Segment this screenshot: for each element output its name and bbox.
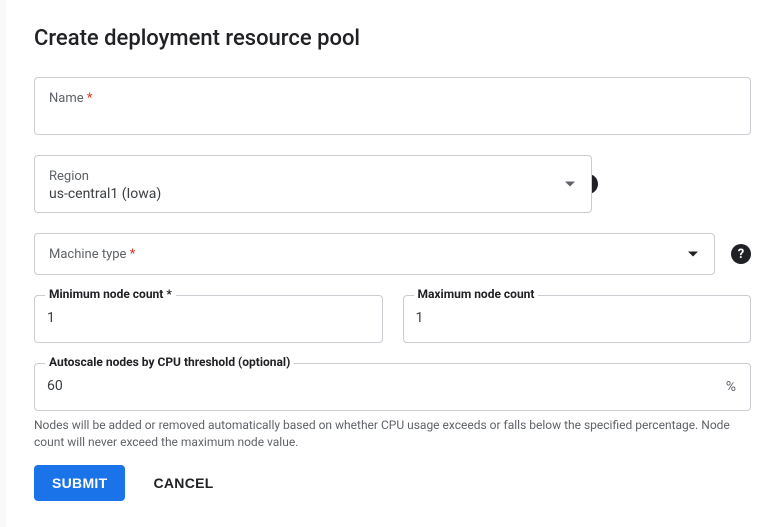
min-nodes-input-container[interactable]: Minimum node count * xyxy=(34,295,383,343)
max-nodes-input-container[interactable]: Maximum node count xyxy=(403,295,752,343)
max-nodes-label: Maximum node count xyxy=(414,287,539,301)
autoscale-input-container[interactable]: Autoscale nodes by CPU threshold (option… xyxy=(34,363,751,411)
chevron-down-icon xyxy=(688,252,698,257)
autoscale-note: Nodes will be added or removed automatic… xyxy=(34,417,751,452)
name-input-container[interactable]: Name * xyxy=(34,77,751,135)
footer-actions: SUBMIT CANCEL xyxy=(34,465,214,501)
machine-type-select[interactable]: Machine type * xyxy=(34,233,715,275)
background-hint xyxy=(0,0,5,527)
min-nodes-input[interactable] xyxy=(47,310,370,326)
create-deployment-resource-pool-panel: Create deployment resource pool Name * R… xyxy=(6,0,779,527)
autoscale-input[interactable] xyxy=(47,378,680,394)
max-nodes-col: Maximum node count xyxy=(403,295,752,343)
submit-button[interactable]: SUBMIT xyxy=(34,465,125,501)
region-value: us-central1 (Iowa) xyxy=(49,186,161,202)
node-count-row: Minimum node count * Maximum node count xyxy=(34,295,751,343)
name-input[interactable] xyxy=(49,108,736,124)
cancel-button[interactable]: CANCEL xyxy=(153,475,213,491)
machine-type-label: Machine type * xyxy=(49,248,674,262)
max-nodes-input[interactable] xyxy=(416,310,739,326)
autoscale-field: Autoscale nodes by CPU threshold (option… xyxy=(34,363,751,452)
autoscale-label: Autoscale nodes by CPU threshold (option… xyxy=(45,355,294,369)
machine-type-row: Machine type * ? xyxy=(34,233,751,275)
region-select[interactable]: Region us-central1 (Iowa) xyxy=(34,155,592,213)
min-nodes-label: Minimum node count * xyxy=(45,287,176,301)
help-icon[interactable]: ? xyxy=(731,244,751,264)
region-row: Region us-central1 (Iowa) ? xyxy=(34,155,751,213)
region-label: Region xyxy=(49,170,551,184)
name-label: Name * xyxy=(49,92,736,106)
chevron-down-icon xyxy=(565,182,575,187)
min-nodes-col: Minimum node count * xyxy=(34,295,383,343)
page-title: Create deployment resource pool xyxy=(34,26,751,51)
percent-suffix: % xyxy=(726,379,736,395)
name-field-wrapper: Name * xyxy=(34,77,751,135)
